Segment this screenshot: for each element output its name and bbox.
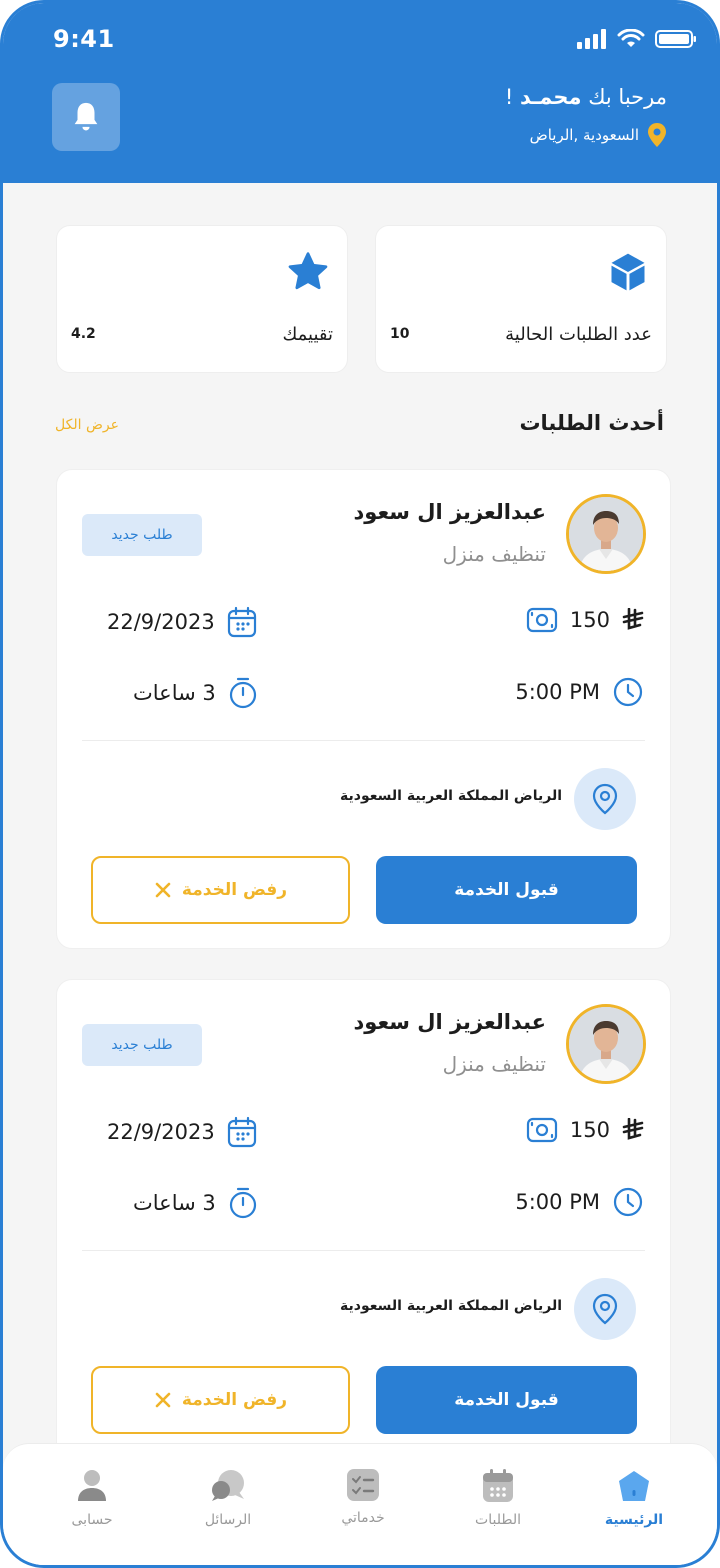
accept-service-button[interactable]: قبول الخدمة [376,1366,637,1434]
accept-service-button[interactable]: قبول الخدمة [376,856,637,924]
avatar [566,1004,646,1084]
nav-item-messages[interactable]: الرسائل [173,1468,283,1528]
price-row: 150 [526,1116,644,1144]
cube-icon [611,253,645,291]
date-value: 22/9/2023 [107,610,215,634]
checklist-icon [347,1469,379,1501]
date-row: 22/9/2023 [107,1116,257,1148]
service-name: تنظيف منزل [442,1052,546,1076]
request-location: الرياض المملكة العربية السعودية [340,788,562,804]
price-row: 150 [526,606,644,634]
close-icon [155,1392,171,1408]
avatar [566,494,646,574]
star-icon [288,252,328,290]
service-name: تنظيف منزل [442,542,546,566]
phone-frame: 9:41 مرحبا بك محمـد ! السعودية ,الرياض ع… [0,0,720,1568]
stat-card-rating[interactable]: تقييمك 4.2 [56,225,348,373]
calendar-icon [227,606,256,638]
divider [82,740,645,741]
location-icon-circle [574,768,636,830]
status-icons [577,29,697,49]
location-icon-circle [574,1278,636,1340]
request-location: الرياض المملكة العربية السعودية [340,1298,562,1314]
date-value: 22/9/2023 [107,1120,215,1144]
nav-item-orders[interactable]: الطلبات [443,1468,553,1528]
clock-icon [613,677,643,707]
signal-icon [577,29,606,49]
calendar-icon [227,1116,256,1148]
nav-item-my-services[interactable]: خدماتي [308,1468,418,1526]
time-value: 5:00 PM [515,1190,600,1214]
header-location: السعودية ,الرياض [530,123,667,147]
timer-icon [229,1187,256,1219]
latest-requests-title: أحدث الطلبات [519,411,664,435]
request-card: عبدالعزيز ال سعود تنظيف منزل طلب جديد 15… [56,469,671,949]
home-icon [619,1471,649,1501]
time-value: 5:00 PM [515,680,600,704]
stat-value: 10 [390,326,410,342]
user-name: محمـد [520,85,582,109]
customer-name: عبدالعزيز ال سعود [353,500,547,524]
duration-value: 3 ساعات [133,1191,216,1215]
bell-icon [74,102,98,131]
duration-row: 3 ساعات [133,676,258,710]
customer-name: عبدالعزيز ال سعود [353,1010,547,1034]
riyal-icon [622,1118,644,1140]
status-time: 9:41 [53,25,115,53]
greeting-prefix: مرحبا بك [588,85,667,109]
app-header: 9:41 مرحبا بك محمـد ! السعودية ,الرياض [3,3,717,183]
user-icon [78,1470,106,1501]
location-pin-icon [592,1293,618,1325]
cash-icon [526,1117,558,1143]
nav-item-home[interactable]: الرئيسية [579,1468,689,1528]
notifications-button[interactable] [52,83,120,151]
reject-label: رفض الخدمة [181,1390,288,1410]
nav-label: الرسائل [204,1512,252,1528]
timer-icon [229,677,256,709]
duration-row: 3 ساعات [133,1186,258,1220]
nav-item-account[interactable]: حسابى [37,1468,147,1528]
cash-icon [526,607,558,633]
nav-label: حسابى [71,1512,113,1528]
close-icon [155,882,171,898]
chat-icon [212,1470,244,1501]
wifi-icon [617,29,645,47]
reject-service-button[interactable]: رفض الخدمة [91,1366,350,1434]
greeting-text: مرحبا بك محمـد ! [505,85,667,109]
time-row: 5:00 PM [515,1186,644,1218]
clock-icon [613,1187,643,1217]
view-all-link[interactable]: عرض الكل [55,417,119,433]
header-location-text: السعودية ,الرياض [529,126,639,144]
nav-label: الرئيسية [604,1512,664,1528]
stat-value: 4.2 [71,326,96,342]
status-badge: طلب جديد [82,1024,202,1066]
location-pin-icon [592,783,618,815]
calendar-icon [483,1469,513,1502]
riyal-icon [622,608,644,630]
stat-card-current-orders[interactable]: عدد الطلبات الحالية 10 [375,225,667,373]
reject-service-button[interactable]: رفض الخدمة [91,856,350,924]
nav-label: الطلبات [475,1512,521,1528]
time-row: 5:00 PM [515,676,644,708]
request-card: عبدالعزيز ال سعود تنظيف منزل طلب جديد 15… [56,979,671,1459]
battery-icon [655,30,696,48]
stat-label: عدد الطلبات الحالية [505,324,652,345]
bottom-navigation: الرئيسية الطلبات خدماتي الرسائل حسابى [3,1443,717,1565]
date-row: 22/9/2023 [107,606,257,638]
nav-label: خدماتي [341,1510,385,1526]
price-value: 150 [569,608,610,632]
map-pin-icon [648,123,666,147]
greeting-suffix: ! [504,85,514,109]
divider [82,1250,645,1251]
stat-label: تقييمك [282,324,333,345]
status-badge: طلب جديد [82,514,202,556]
price-value: 150 [569,1118,610,1142]
reject-label: رفض الخدمة [181,880,288,900]
duration-value: 3 ساعات [133,681,216,705]
